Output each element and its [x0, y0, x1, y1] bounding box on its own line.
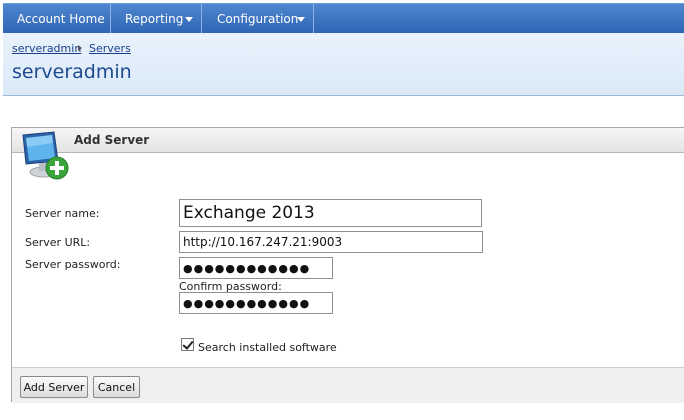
server-password-field[interactable]: [179, 257, 333, 279]
top-nav: Account Home Reporting Configuration: [3, 3, 684, 34]
page-title: serveradmin: [12, 61, 132, 83]
server-url-label: Server URL:: [25, 236, 91, 249]
cancel-button[interactable]: Cancel: [93, 376, 140, 398]
nav-separator: [201, 4, 202, 34]
search-software-checkbox[interactable]: [181, 338, 194, 351]
add-server-button[interactable]: Add Server: [20, 376, 88, 398]
nav-reporting-label: Reporting: [125, 12, 184, 26]
server-name-label: Server name:: [25, 207, 100, 220]
server-name-field[interactable]: [179, 199, 482, 227]
breadcrumb-serveradmin[interactable]: serveradmin: [12, 42, 81, 55]
search-software-label[interactable]: Search installed software: [198, 341, 337, 354]
breadcrumb-servers[interactable]: Servers: [89, 42, 131, 55]
server-password-label: Server password:: [25, 258, 121, 271]
breadcrumb-arrow-icon: [78, 45, 82, 51]
page-header: serveradmin Servers serveradmin: [3, 33, 684, 96]
panel-title: Add Server: [74, 133, 150, 147]
confirm-password-field[interactable]: [179, 292, 333, 314]
computer-add-icon: [22, 131, 69, 180]
nav-account-home[interactable]: Account Home: [3, 4, 110, 34]
chevron-down-icon: [185, 17, 193, 22]
nav-configuration-label: Configuration: [217, 12, 299, 26]
nav-separator: [313, 4, 314, 34]
panel-header: Add Server: [12, 128, 684, 153]
chevron-down-icon: [297, 17, 305, 22]
server-url-field[interactable]: [179, 231, 483, 253]
